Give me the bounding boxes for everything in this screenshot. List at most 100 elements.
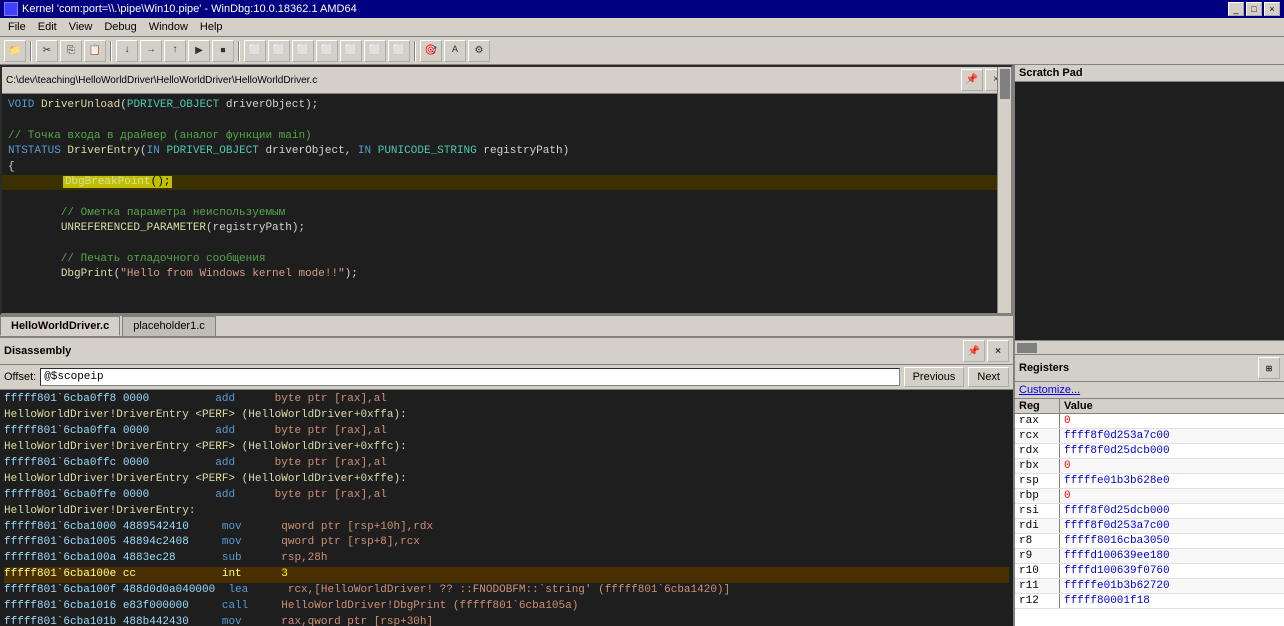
- disasm-content[interactable]: fffff801`6cba0ff8 0000 add byte ptr [rax…: [0, 390, 1013, 626]
- toolbar-sep-3: [238, 41, 240, 61]
- toolbar-step-into[interactable]: ↓: [116, 40, 138, 62]
- reg-name-rbp: rbp: [1015, 489, 1060, 503]
- toolbar-target[interactable]: 🎯: [420, 40, 442, 62]
- reg-name-r11: r11: [1015, 579, 1060, 593]
- editor-titlebar: C:\dev\teaching\HelloWorldDriver\HelloWo…: [2, 67, 1011, 94]
- title-text: Kernel 'com:port=\\.\pipe\Win10.pipe' - …: [22, 3, 1224, 15]
- editor-pin-btn[interactable]: 📌: [961, 69, 983, 91]
- editor-scrollbar[interactable]: [997, 67, 1011, 313]
- disasm-close-btn[interactable]: ×: [987, 340, 1009, 362]
- toolbar-b3[interactable]: ⬜: [292, 40, 314, 62]
- toolbar-options[interactable]: ⚙: [468, 40, 490, 62]
- reg-val-r9: ffffd100639ee180: [1060, 549, 1284, 563]
- menu-debug[interactable]: Debug: [98, 19, 142, 35]
- toolbar-run[interactable]: ▶: [188, 40, 210, 62]
- disasm-row-3: fffff801`6cba0ffe 0000 add byte ptr [rax…: [4, 488, 1009, 504]
- reg-name-r8: r8: [1015, 534, 1060, 548]
- menu-window[interactable]: Window: [143, 19, 194, 35]
- disasm-row-6: fffff801`6cba100a 4883ec28 sub rsp,28h: [4, 551, 1009, 567]
- reg-name-r10: r10: [1015, 564, 1060, 578]
- disasm-row-4: fffff801`6cba1000 4889542410 mov qword p…: [4, 520, 1009, 536]
- reg-row-rsi: rsi ffff8f0d25dcb000: [1015, 504, 1284, 519]
- offset-input[interactable]: [40, 368, 899, 386]
- reg-val-r8: fffff8016cba3050: [1060, 534, 1284, 548]
- disasm-offset-bar: Offset: Previous Next: [0, 365, 1013, 390]
- reg-row-r8: r8 fffff8016cba3050: [1015, 534, 1284, 549]
- previous-button[interactable]: Previous: [904, 367, 965, 387]
- toolbar-b4[interactable]: ⬜: [316, 40, 338, 62]
- col-reg-header: Reg: [1015, 399, 1060, 413]
- reg-row-r12: r12 fffff80001f18: [1015, 594, 1284, 609]
- menu-help[interactable]: Help: [194, 19, 229, 35]
- registers-titlebar: Registers ⊞: [1015, 355, 1284, 382]
- toolbar-paste[interactable]: 📋: [84, 40, 106, 62]
- reg-name-rdx: rdx: [1015, 444, 1060, 458]
- toolbar-cut[interactable]: ✂: [36, 40, 58, 62]
- menu-view[interactable]: View: [63, 19, 99, 35]
- registers-header: Reg Value: [1015, 399, 1284, 414]
- code-line-5: {: [8, 160, 1005, 175]
- toolbar-step-over[interactable]: →: [140, 40, 162, 62]
- right-panel: Scratch Pad Registers ⊞ Customize... Reg…: [1014, 65, 1284, 626]
- toolbar: 📁 ✂ ⎘ 📋 ↓ → ↑ ▶ ⏹ ⬜ ⬜ ⬜ ⬜ ⬜ ⬜ ⬜ 🎯 A ⚙: [0, 37, 1284, 65]
- reg-row-rbx: rbx 0: [1015, 459, 1284, 474]
- app-icon: [4, 2, 18, 16]
- toolbar-step-out[interactable]: ↑: [164, 40, 186, 62]
- registers-close-btn[interactable]: ⊞: [1258, 357, 1280, 379]
- disasm-row-label-2: HelloWorldDriver!DriverEntry <PERF> (Hel…: [4, 472, 1009, 488]
- toolbar-open[interactable]: 📁: [4, 40, 26, 62]
- reg-row-r11: r11 fffffe01b3b62720: [1015, 579, 1284, 594]
- toolbar-break[interactable]: ⏹: [212, 40, 234, 62]
- reg-name-rsp: rsp: [1015, 474, 1060, 488]
- disasm-controls: 📌 ×: [963, 340, 1009, 362]
- disasm-row-label-1: HelloWorldDriver!DriverEntry <PERF> (Hel…: [4, 440, 1009, 456]
- reg-name-rdi: rdi: [1015, 519, 1060, 533]
- toolbar-b2[interactable]: ⬜: [268, 40, 290, 62]
- scratch-pad-scrollbar[interactable]: [1015, 340, 1284, 354]
- code-line-3: // Точка входа в драйвер (аналог функции…: [8, 129, 1005, 144]
- toolbar-b1[interactable]: ⬜: [244, 40, 266, 62]
- reg-val-rax: 0: [1060, 414, 1284, 428]
- reg-row-r9: r9 ffffd100639ee180: [1015, 549, 1284, 564]
- code-line-1: VOID DriverUnload(PDRIVER_OBJECT driverO…: [8, 98, 1005, 113]
- reg-name-rbx: rbx: [1015, 459, 1060, 473]
- menu-edit[interactable]: Edit: [32, 19, 63, 35]
- code-line-10: [8, 237, 1005, 252]
- menu-file[interactable]: File: [2, 19, 32, 35]
- toolbar-font[interactable]: A: [444, 40, 466, 62]
- toolbar-b7[interactable]: ⬜: [388, 40, 410, 62]
- minimize-button[interactable]: _: [1228, 2, 1244, 16]
- window-controls: _ □ ×: [1228, 2, 1280, 16]
- reg-name-r9: r9: [1015, 549, 1060, 563]
- maximize-button[interactable]: □: [1246, 2, 1262, 16]
- code-line-6: DbgBreakPoint();: [2, 175, 1005, 190]
- close-button[interactable]: ×: [1264, 2, 1280, 16]
- tab-helloworlddriver[interactable]: HelloWorldDriver.c: [0, 316, 120, 336]
- scratch-pad-title: Scratch Pad: [1019, 67, 1083, 79]
- editor-area: C:\dev\teaching\HelloWorldDriver\HelloWo…: [0, 65, 1013, 315]
- disassembly-panel: Disassembly 📌 × Offset: Previous Next ff…: [0, 336, 1013, 626]
- toolbar-b5[interactable]: ⬜: [340, 40, 362, 62]
- reg-row-rbp: rbp 0: [1015, 489, 1284, 504]
- toolbar-b6[interactable]: ⬜: [364, 40, 386, 62]
- next-button[interactable]: Next: [968, 367, 1009, 387]
- left-panel: C:\dev\teaching\HelloWorldDriver\HelloWo…: [0, 65, 1014, 626]
- scrollbar-thumb: [1000, 69, 1010, 99]
- registers-table: Reg Value rax 0 rcx ffff8f0d253a7c00 rdx…: [1015, 399, 1284, 626]
- menu-bar: File Edit View Debug Window Help: [0, 18, 1284, 37]
- tab-placeholder1[interactable]: placeholder1.c: [122, 316, 216, 336]
- toolbar-copy[interactable]: ⎘: [60, 40, 82, 62]
- scratch-pad-content[interactable]: [1015, 82, 1284, 335]
- disasm-row-label-3: HelloWorldDriver!DriverEntry:: [4, 504, 1009, 520]
- disasm-row-8: fffff801`6cba100f 488d0d0a040000 lea rcx…: [4, 583, 1009, 599]
- customize-link[interactable]: Customize...: [1015, 382, 1284, 399]
- disasm-row-2: fffff801`6cba0ffc 0000 add byte ptr [rax…: [4, 456, 1009, 472]
- editor-code[interactable]: VOID DriverUnload(PDRIVER_OBJECT driverO…: [2, 94, 1011, 313]
- scrollbar-thumb-h: [1017, 343, 1037, 353]
- reg-name-rcx: rcx: [1015, 429, 1060, 443]
- code-line-7: [8, 190, 1005, 205]
- disasm-pin-btn[interactable]: 📌: [963, 340, 985, 362]
- registers-panel: Registers ⊞ Customize... Reg Value rax 0…: [1015, 355, 1284, 626]
- code-line-11: // Печать отладочного сообщения: [8, 252, 1005, 267]
- reg-val-rdx: ffff8f0d25dcb000: [1060, 444, 1284, 458]
